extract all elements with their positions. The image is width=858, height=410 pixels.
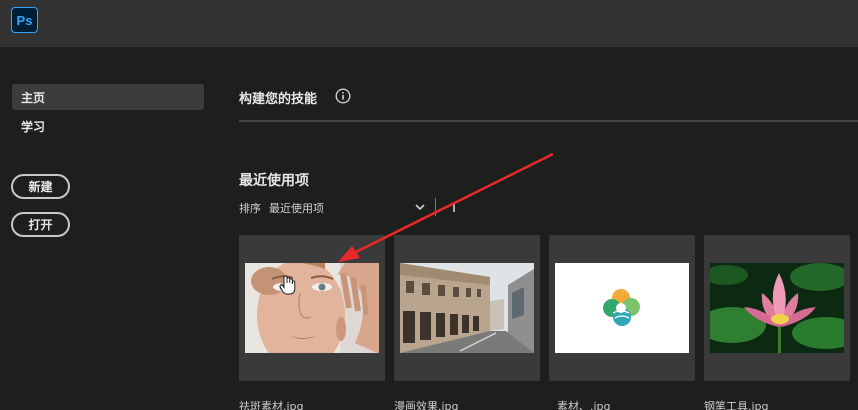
sort-separator xyxy=(435,198,436,216)
file-thumbnail xyxy=(245,263,379,353)
file-name[interactable]: 素材、.jpg xyxy=(557,398,611,410)
photoshop-logo[interactable]: Ps xyxy=(11,7,38,33)
section-divider xyxy=(239,120,858,122)
file-thumbnail xyxy=(400,263,534,353)
new-button[interactable]: 新建 xyxy=(11,174,70,199)
file-name[interactable]: 钢笔工具.jpg xyxy=(704,398,769,410)
page-title: 构建您的技能 xyxy=(239,92,318,107)
sidebar-item-learn[interactable]: 学习 xyxy=(12,113,204,139)
recent-file-card[interactable] xyxy=(549,235,695,381)
sidebar: 主页 学习 新建 打开 xyxy=(0,47,220,410)
sidebar-item-label: 主页 xyxy=(21,90,46,105)
sort-label: 排序 xyxy=(239,202,261,215)
recent-file-card[interactable] xyxy=(394,235,540,381)
recent-file-card[interactable] xyxy=(704,235,850,381)
info-icon[interactable] xyxy=(335,88,351,104)
recent-heading: 最近使用项 xyxy=(239,173,309,189)
sort-direction-icon[interactable] xyxy=(450,204,458,212)
sort-control[interactable]: 排序 最近使用项 xyxy=(239,200,324,216)
top-bar: Ps xyxy=(0,0,858,47)
sidebar-item-label: 学习 xyxy=(21,119,46,134)
file-thumbnail xyxy=(555,263,689,353)
hand-cursor-icon xyxy=(279,275,296,295)
sort-value[interactable]: 最近使用项 xyxy=(269,200,324,216)
file-name[interactable]: 祛斑素材.jpg xyxy=(239,398,304,410)
file-name[interactable]: 漫画效果.jpg xyxy=(394,398,459,410)
chevron-down-icon[interactable] xyxy=(414,201,426,213)
file-thumbnail xyxy=(710,263,844,353)
recent-file-card[interactable] xyxy=(239,235,385,381)
sidebar-item-home[interactable]: 主页 xyxy=(12,84,204,110)
open-button[interactable]: 打开 xyxy=(11,212,70,237)
